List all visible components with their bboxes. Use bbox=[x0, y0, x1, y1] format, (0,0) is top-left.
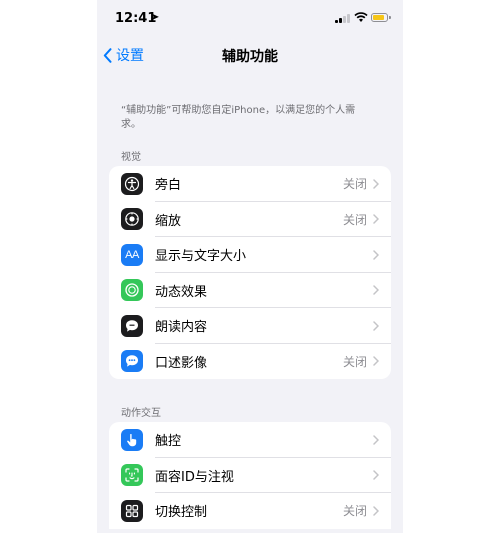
row-touch[interactable]: 触控 bbox=[109, 422, 391, 458]
phone-screen: 12:41 ➤ 设置 辅助功能 “辅助功能”可帮助您自定iPhone，以满足您的… bbox=[97, 0, 403, 533]
touch-icon bbox=[121, 428, 143, 451]
row-label: 动态效果 bbox=[155, 284, 208, 300]
row-value: 关闭 bbox=[342, 504, 367, 519]
row-value: 关闭 bbox=[342, 354, 367, 369]
location-arrow-icon: ➤ bbox=[151, 12, 160, 23]
zoom-icon bbox=[121, 208, 143, 231]
chevron-right-icon bbox=[373, 179, 379, 189]
chevron-right-icon bbox=[373, 356, 379, 366]
spoken-content-icon bbox=[121, 314, 143, 337]
cellular-signal-icon bbox=[335, 13, 351, 23]
chevron-right-icon bbox=[373, 435, 379, 445]
text-size-icon: AA bbox=[121, 243, 143, 266]
row-label: 朗读内容 bbox=[155, 320, 208, 336]
voiceover-icon bbox=[121, 172, 143, 195]
chevron-right-icon bbox=[373, 506, 379, 516]
row-motion[interactable]: 动态效果 bbox=[109, 273, 391, 308]
description-text: “辅助功能”可帮助您自定iPhone，以满足您的个人需求。 bbox=[121, 105, 356, 130]
row-label: 显示与文字大小 bbox=[155, 249, 247, 265]
row-label: 切换控制 bbox=[155, 505, 208, 521]
vision-settings-group: 旁白 关闭 缩放 关闭 AA 显示与文字大小 动态效果 朗读内容 口述影像 关闭 bbox=[109, 166, 391, 379]
row-switch-control[interactable]: 切换控制 关闭 bbox=[109, 493, 391, 529]
row-value: 关闭 bbox=[342, 177, 367, 192]
row-label: 旁白 bbox=[155, 178, 182, 194]
row-zoom[interactable]: 缩放 关闭 bbox=[109, 202, 391, 237]
status-bar: 12:41 ➤ bbox=[97, 0, 403, 38]
chevron-right-icon bbox=[373, 321, 379, 331]
page-title: 辅助功能 bbox=[222, 49, 278, 65]
section-header-physical-motor: 动作交互 bbox=[121, 408, 161, 419]
row-label: 口述影像 bbox=[155, 355, 208, 371]
row-label: 触控 bbox=[155, 434, 182, 450]
physical-motor-settings-group: 触控 面容ID与注视 切换控制 关闭 bbox=[109, 422, 391, 529]
section-header-vision: 视觉 bbox=[121, 152, 141, 163]
navigation-bar: 设置 辅助功能 bbox=[97, 38, 403, 72]
face-id-icon bbox=[121, 464, 143, 487]
row-audio-descriptions[interactable]: 口述影像 关闭 bbox=[109, 344, 391, 380]
row-spoken-content[interactable]: 朗读内容 bbox=[109, 308, 391, 344]
battery-icon bbox=[371, 13, 391, 22]
row-face-id-attention[interactable]: 面容ID与注视 bbox=[109, 458, 391, 493]
row-value: 关闭 bbox=[342, 212, 367, 227]
chevron-right-icon bbox=[373, 214, 379, 224]
audio-description-icon bbox=[121, 350, 143, 373]
switch-control-icon bbox=[121, 499, 143, 522]
chevron-right-icon bbox=[373, 250, 379, 260]
chevron-right-icon bbox=[373, 285, 379, 295]
wifi-icon bbox=[354, 12, 368, 22]
row-label: 面容ID与注视 bbox=[155, 469, 234, 485]
row-voiceover[interactable]: 旁白 关闭 bbox=[109, 166, 391, 202]
chevron-right-icon bbox=[373, 470, 379, 480]
row-display-text-size[interactable]: AA 显示与文字大小 bbox=[109, 237, 391, 273]
motion-icon bbox=[121, 279, 143, 302]
row-label: 缩放 bbox=[155, 213, 182, 229]
